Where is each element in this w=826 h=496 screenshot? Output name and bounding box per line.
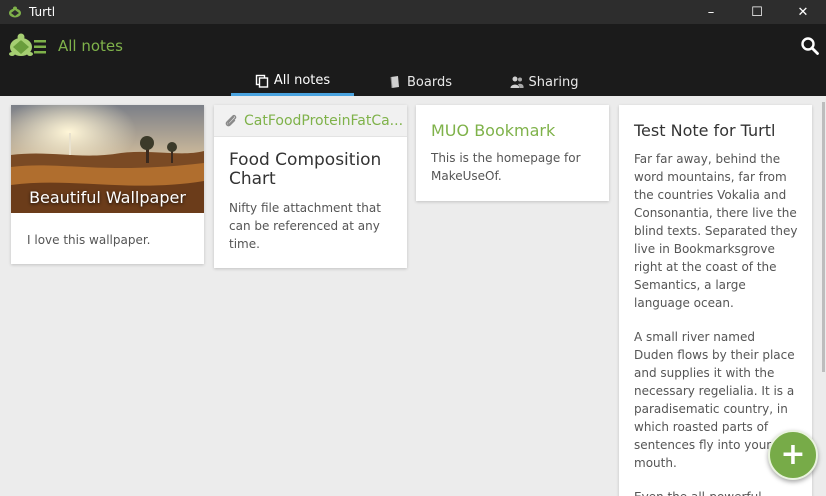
note-image-title: Beautiful Wallpaper [29,188,186,207]
turtle-app-icon [7,4,23,20]
attachment-filename: CatFoodProteinFatCa... [244,112,404,129]
turtle-menu-icon[interactable] [8,32,48,60]
app-header: All notes [0,24,826,68]
users-icon [510,76,524,88]
note-title: MUO Bookmark [431,121,556,140]
tab-label: Sharing [528,74,579,90]
tab-label: Boards [407,74,452,90]
scrollbar-thumb[interactable] [822,102,825,372]
tab-bar: All notes Boards Sharing [0,68,826,96]
add-note-button[interactable]: + [768,430,818,480]
page-title: All notes [58,37,123,55]
maximize-button[interactable]: ☐ [734,0,780,24]
tab-all-notes[interactable]: All notes [231,68,354,96]
scrollbar[interactable] [818,96,826,496]
notes-icon [255,74,269,88]
window-controls: – ☐ ✕ [688,0,826,24]
note-paragraph: Far far away, behind the word mountains,… [634,152,798,310]
note-body: This is the homepage for MakeUseOf. [431,151,581,183]
board-icon [390,76,399,89]
minimize-button[interactable]: – [688,0,734,24]
note-card-food-composition[interactable]: CatFoodProteinFatCa... Food Composition … [214,105,407,268]
plus-icon: + [780,437,806,472]
note-title: Test Note for Turtl [634,121,776,140]
tab-sharing[interactable]: Sharing [494,68,594,96]
paperclip-icon [225,114,237,126]
note-body: I love this wallpaper. [27,233,151,247]
window-titlebar: Turtl – ☐ ✕ [0,0,826,24]
note-attachment[interactable]: CatFoodProteinFatCa... [214,105,407,137]
search-icon[interactable] [800,36,820,56]
note-title: Food Composition Chart [229,150,382,189]
note-body: Nifty file attachment that can be refere… [229,201,381,251]
close-button[interactable]: ✕ [780,0,826,24]
window-title: Turtl [29,5,56,19]
tab-boards[interactable]: Boards [370,68,470,96]
note-card-wallpaper[interactable]: Beautiful Wallpaper I love this wallpape… [11,105,204,264]
note-image: Beautiful Wallpaper [11,105,204,213]
note-card-muo-bookmark[interactable]: MUO Bookmark This is the homepage for Ma… [416,105,609,201]
tab-label: All notes [273,73,331,88]
